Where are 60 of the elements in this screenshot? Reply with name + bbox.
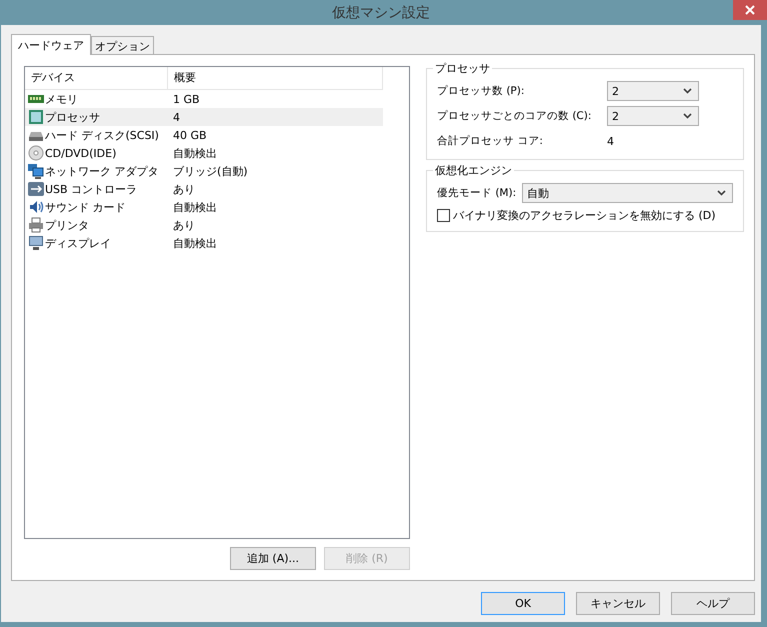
speaker-icon (28, 199, 44, 215)
usb-icon (28, 181, 44, 197)
checkbox-label: バイナリ変換のアクセラレーションを無効にする (D) (453, 208, 716, 223)
dropdown[interactable]: 2 (607, 81, 699, 101)
device-name: CD/DVD(IDE) (45, 146, 116, 160)
group-title: プロセッサ (433, 61, 492, 76)
dropdown[interactable]: 2 (607, 106, 699, 126)
button[interactable]: キャンセル (576, 592, 660, 615)
field-label: 優先モード (M): (437, 186, 516, 200)
chip-icon (28, 109, 44, 125)
device-summary: 1 GB (172, 92, 200, 106)
total-value: 4 (607, 134, 614, 148)
checkbox[interactable] (437, 209, 450, 222)
device-summary: 自動検出 (172, 236, 217, 250)
list-row[interactable]: USB コントローラ あり (25, 180, 383, 198)
button[interactable]: OK (481, 592, 565, 615)
device-name: ハード ディスク(SCSI) (45, 128, 159, 142)
list-row[interactable]: メモリ 1 GB (25, 90, 383, 108)
tab[interactable]: オプション (91, 36, 154, 54)
list-row[interactable]: ディスプレイ 自動検出 (25, 234, 383, 252)
list-row[interactable]: CD/DVD(IDE) 自動検出 (25, 144, 383, 162)
chevron-icon (683, 113, 692, 119)
close-button[interactable] (733, 0, 767, 20)
device-summary: 自動検出 (172, 146, 217, 160)
field-label: プロセッサごとのコアの数 (C): (437, 109, 592, 123)
field-label: 合計プロセッサ コア: (437, 134, 544, 148)
printer-icon (28, 217, 44, 233)
group-title: 仮想化エンジン (433, 163, 514, 178)
device-summary: 自動検出 (172, 200, 217, 214)
device-summary: 40 GB (172, 128, 207, 142)
device-name: サウンド カード (45, 200, 126, 214)
network-icon (28, 163, 44, 179)
device-name: プロセッサ (45, 110, 100, 124)
list-row[interactable]: プロセッサ 4 (25, 108, 383, 126)
field-label: プロセッサ数 (P): (437, 84, 526, 98)
monitor-icon (28, 235, 44, 251)
device-name: プリンタ (45, 218, 89, 232)
tab[interactable]: ハードウェア (11, 34, 91, 55)
button[interactable]: ヘルプ (671, 592, 755, 615)
chevron-icon (683, 88, 692, 94)
device-summary: あり (172, 182, 195, 196)
device-name: ディスプレイ (45, 236, 111, 250)
close-icon (744, 4, 756, 16)
device-name: USB コントローラ (45, 182, 138, 196)
list-row[interactable]: ネットワーク アダプタ ブリッジ(自動) (25, 162, 383, 180)
device-summary: 4 (172, 110, 180, 124)
list-row[interactable]: サウンド カード 自動検出 (25, 198, 383, 216)
column-header[interactable]: 概要 (168, 67, 383, 89)
disc-icon (28, 145, 44, 161)
button[interactable]: 追加 (A)... (230, 547, 316, 570)
window-title: 仮想マシン設定 (332, 4, 430, 22)
list-row[interactable]: プリンタ あり (25, 216, 383, 234)
device-summary: あり (172, 218, 195, 232)
dropdown[interactable]: 自動 (522, 183, 733, 203)
column-header[interactable]: デバイス (25, 67, 168, 89)
device-name: ネットワーク アダプタ (45, 164, 158, 178)
chevron-icon (717, 190, 726, 196)
list-row[interactable]: ハード ディスク(SCSI) 40 GB (25, 126, 383, 144)
device-summary: ブリッジ(自動) (172, 164, 248, 178)
device-name: メモリ (45, 92, 78, 106)
